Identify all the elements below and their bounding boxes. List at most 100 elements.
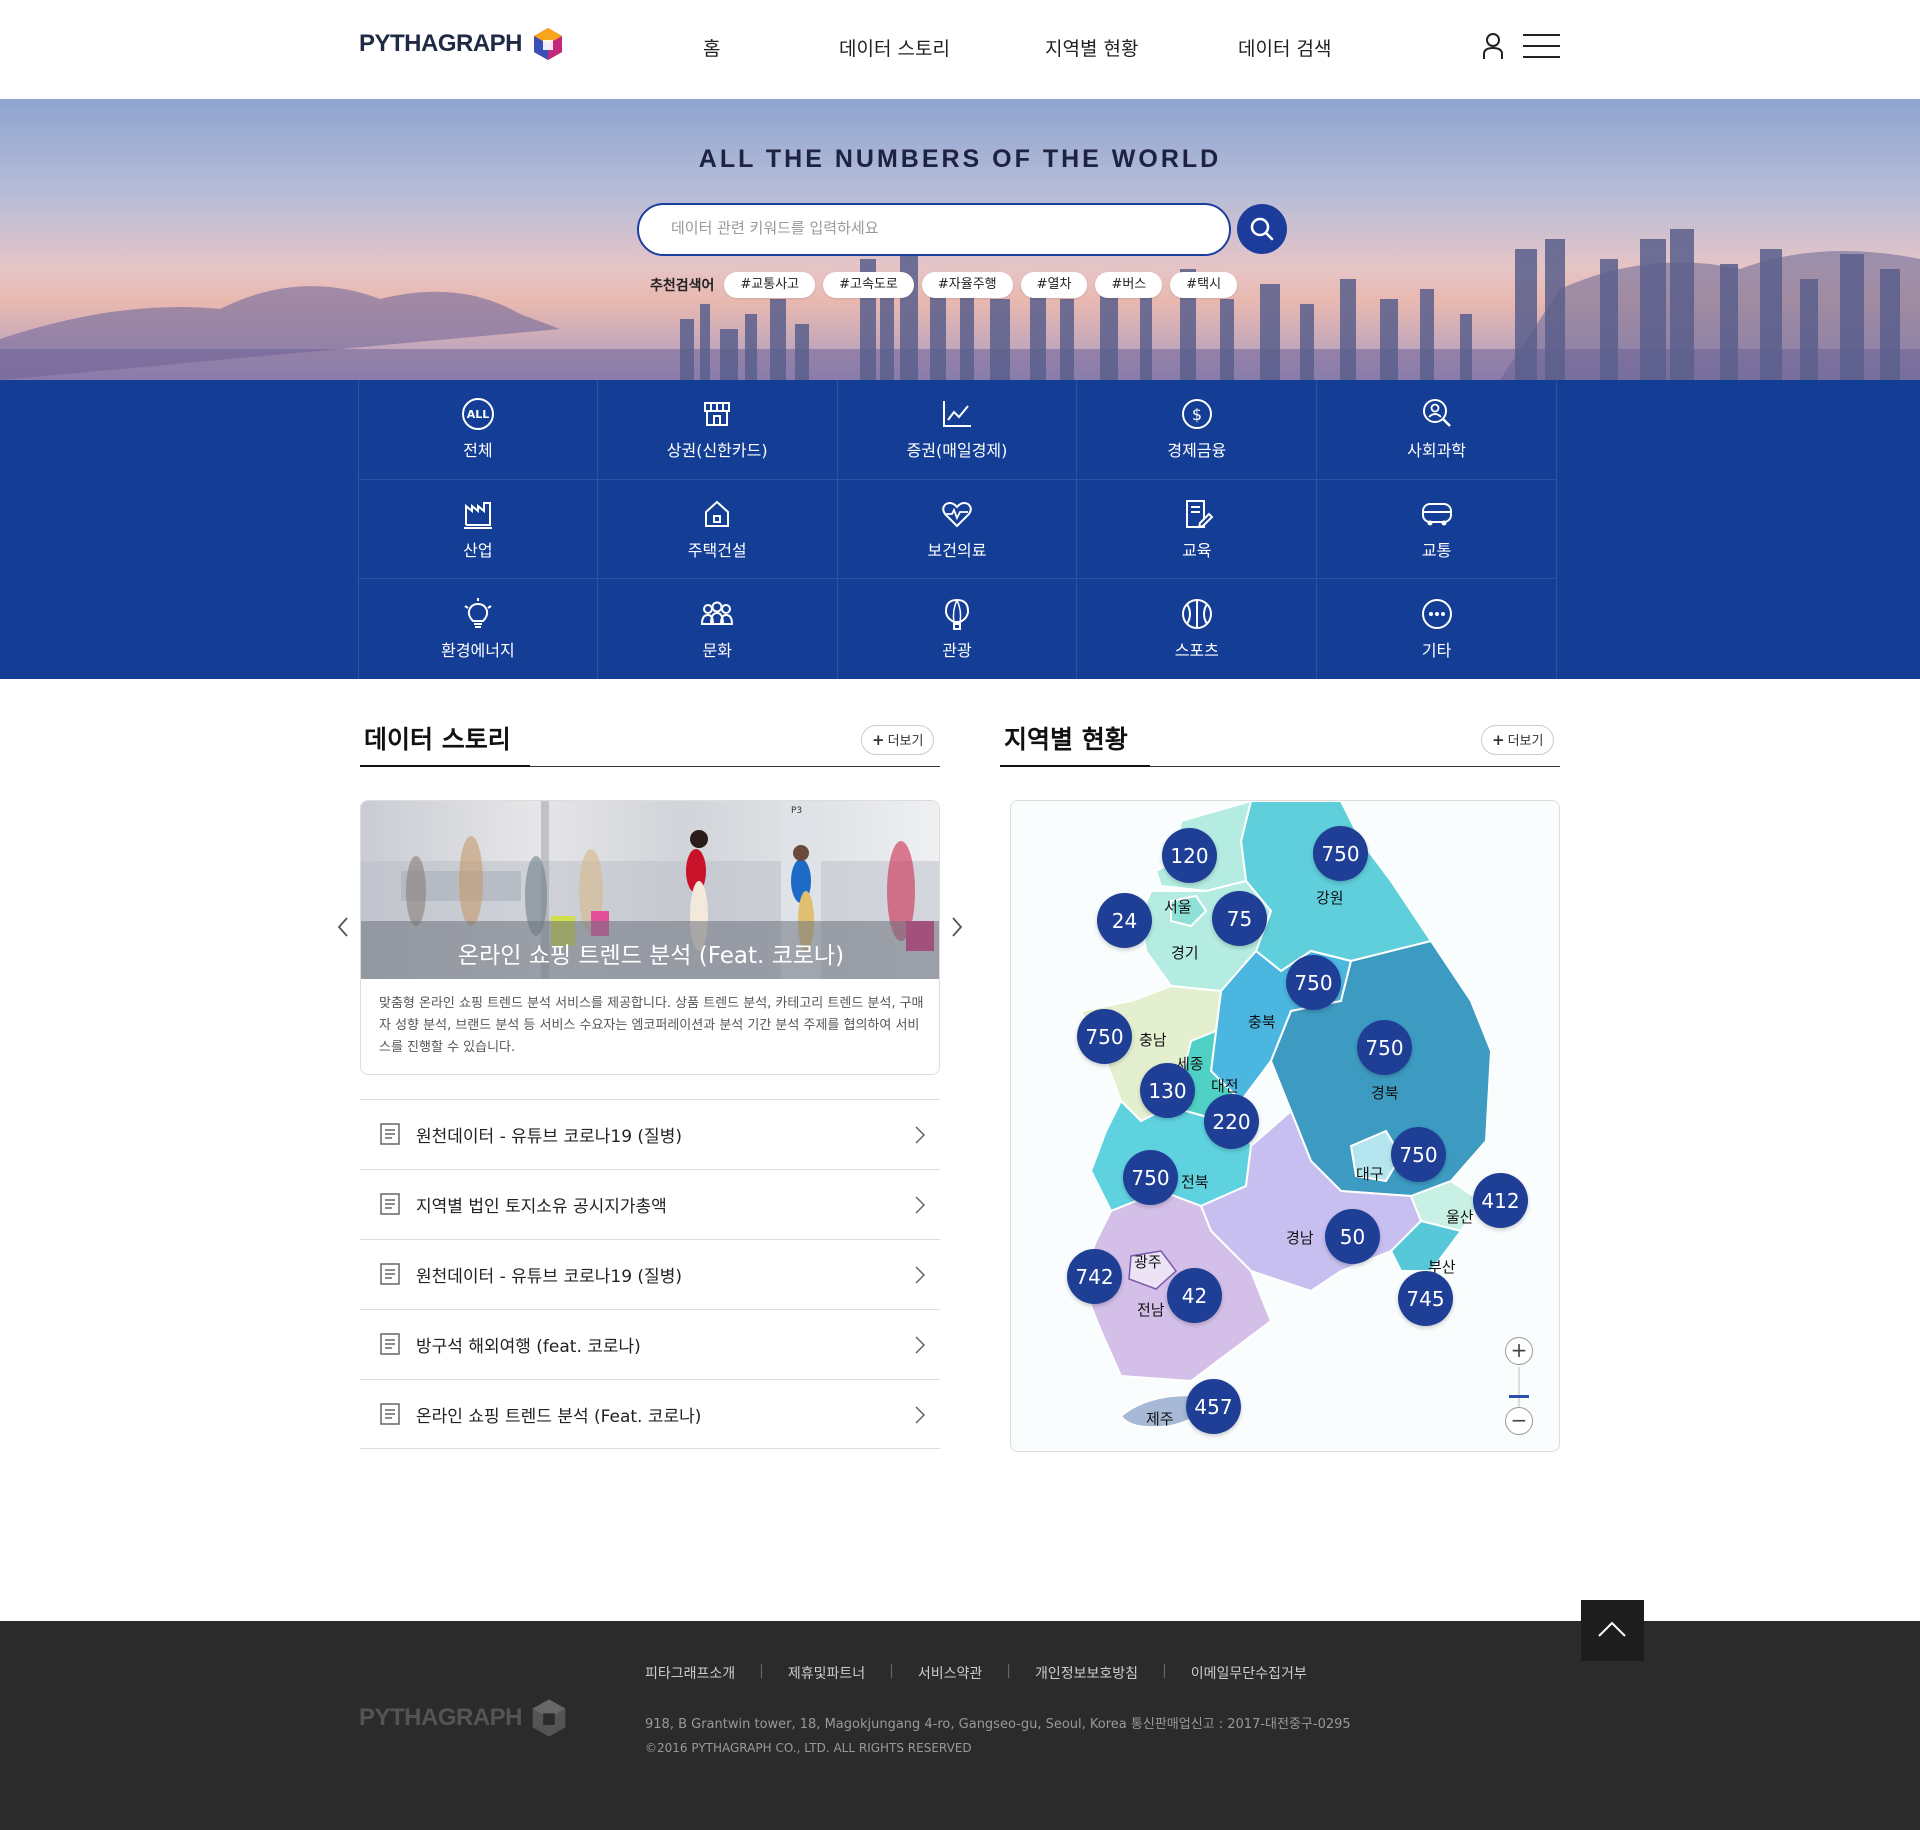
svg-text:ALL: ALL — [467, 408, 490, 421]
category-label: 환경에너지 — [441, 641, 515, 661]
region-header: 지역별 현황 + 더보기 — [1000, 720, 1560, 770]
footer-link-about[interactable]: 피타그래프소개 — [645, 1663, 735, 1683]
korea-map-image — [1079, 801, 1493, 1429]
label-jeonnam: 전남 — [1137, 1301, 1165, 1319]
tag-chip[interactable]: #자율주행 — [921, 272, 1013, 298]
category-all[interactable]: ALL 전체 — [358, 380, 598, 480]
stock-chart-icon — [942, 401, 971, 428]
list-item-title: 원천데이터 - 유튜브 코로나19 (질병) — [416, 1267, 682, 1287]
story-card[interactable]: P3 온라인 쇼핑 트렌드 분석 (Feat. 코로나) 맞춤형 온라인 쇼핑 … — [360, 800, 940, 1075]
category-traffic[interactable]: 교통 — [1317, 479, 1557, 580]
hamburger-menu-icon[interactable] — [1523, 33, 1560, 59]
footer-link-terms[interactable]: 서비스약관 — [918, 1663, 982, 1683]
nav-data-story[interactable]: 데이터 스토리 — [839, 34, 950, 61]
chevron-up-icon — [1598, 1621, 1626, 1637]
label-gyeongnam: 경남 — [1286, 1229, 1314, 1247]
sign-text: P3 — [791, 806, 802, 816]
data-story-title: 데이터 스토리 — [364, 725, 511, 754]
category-culture[interactable]: 문화 — [598, 579, 838, 679]
list-item[interactable]: 원천데이터 - 유튜브 코로나19 (질병) — [360, 1239, 940, 1309]
list-item[interactable]: 지역별 법인 토지소유 공시지가총액 — [360, 1169, 940, 1239]
nav-home[interactable]: 홈 — [703, 34, 720, 61]
tag-chip[interactable]: #고속도로 — [823, 272, 914, 298]
list-item[interactable]: 방구석 해외여행 (feat. 코로나) — [360, 1309, 940, 1379]
factory-icon — [463, 501, 492, 529]
zoom-out-button[interactable]: − — [1505, 1407, 1533, 1435]
category-etc[interactable]: 기타 — [1317, 579, 1557, 679]
label-jeonbuk: 전북 — [1181, 1173, 1209, 1191]
document-icon — [380, 1403, 400, 1425]
category-tourism[interactable]: 관광 — [838, 579, 1078, 679]
region-more-button[interactable]: + 더보기 — [1481, 725, 1555, 755]
label-gyeongbuk: 경북 — [1371, 1084, 1399, 1102]
chevron-right-icon[interactable] — [950, 916, 964, 938]
region-value-bubble[interactable]: 120 — [1162, 828, 1217, 883]
divider-accent — [1000, 765, 1150, 767]
region-value-bubble[interactable]: 42 — [1167, 1268, 1222, 1323]
category-grid: ALL 전체 상권(신한카드) 증권(매일경제) $ 경제금융 사회과학 산업 … — [358, 380, 1557, 679]
tag-chip[interactable]: #버스 — [1095, 272, 1163, 298]
region-value-bubble[interactable]: 750 — [1313, 826, 1368, 881]
footer-link-privacy[interactable]: 개인정보보호방침 — [1035, 1663, 1138, 1683]
separator: | — [759, 1663, 764, 1679]
nav-data-search[interactable]: 데이터 검색 — [1238, 34, 1331, 61]
footer-link-partners[interactable]: 제휴및파트너 — [788, 1663, 865, 1683]
user-icon[interactable] — [1480, 32, 1506, 60]
data-story-more-button[interactable]: + 더보기 — [861, 725, 935, 755]
region-value-bubble[interactable]: 745 — [1398, 1271, 1453, 1326]
category-commerce[interactable]: 상권(신한카드) — [597, 380, 838, 480]
tag-chip[interactable]: #열차 — [1020, 272, 1088, 298]
region-value-bubble[interactable]: 742 — [1067, 1249, 1122, 1304]
scroll-to-top-button[interactable] — [1581, 1600, 1644, 1661]
zoom-in-button[interactable]: + — [1505, 1337, 1533, 1365]
region-value-bubble[interactable]: 750 — [1077, 1009, 1132, 1064]
label-daegu: 대구 — [1356, 1165, 1384, 1183]
footer-logo: PYTHAGRAPH — [359, 1696, 570, 1740]
region-value-bubble[interactable]: 50 — [1325, 1209, 1380, 1264]
nav-region-status[interactable]: 지역별 현황 — [1045, 34, 1138, 61]
category-education[interactable]: 교육 — [1077, 479, 1318, 580]
category-social-science[interactable]: 사회과학 — [1317, 380, 1557, 480]
list-item[interactable]: 원천데이터 - 유튜브 코로나19 (질병) — [360, 1099, 940, 1169]
korea-region-map[interactable]: 인천 서울 경기 강원 충북 충남 세종 대전 경북 대구 울산 전북 경남 광… — [1010, 800, 1560, 1452]
category-industry[interactable]: 산업 — [358, 479, 598, 580]
category-sports[interactable]: 스포츠 — [1077, 579, 1318, 679]
region-value-bubble[interactable]: 130 — [1140, 1063, 1195, 1118]
chevron-left-icon[interactable] — [336, 916, 350, 938]
label-daejeon: 대전 — [1211, 1077, 1239, 1095]
search-input[interactable] — [671, 219, 1191, 237]
category-stock[interactable]: 증권(매일경제) — [837, 380, 1078, 480]
region-value-bubble[interactable]: 75 — [1212, 891, 1267, 946]
svg-text:$: $ — [1192, 405, 1202, 424]
zoom-slider-handle[interactable] — [1509, 1395, 1529, 1398]
category-finance[interactable]: $ 경제금융 — [1077, 380, 1318, 480]
recommended-tags: 추천검색어 #교통사고 #고속도로 #자율주행 #열차 #버스 #택시 — [650, 272, 1245, 298]
category-environment[interactable]: 환경에너지 — [358, 579, 598, 679]
category-label: 교육 — [1182, 540, 1212, 560]
region-value-bubble[interactable]: 750 — [1357, 1020, 1412, 1075]
region-value-bubble[interactable]: 220 — [1204, 1094, 1259, 1149]
category-housing[interactable]: 주택건설 — [597, 479, 838, 580]
region-value-bubble[interactable]: 750 — [1391, 1127, 1446, 1182]
region-value-bubble[interactable]: 457 — [1186, 1379, 1241, 1434]
category-health[interactable]: 보건의료 — [837, 479, 1078, 580]
search-button[interactable] — [1237, 204, 1287, 254]
footer-link-email-policy[interactable]: 이메일무단수집거부 — [1191, 1663, 1307, 1683]
story-card-description: 맞춤형 온라인 쇼핑 트렌드 분석 서비스를 제공합니다. 상품 트렌드 분석,… — [379, 996, 924, 1055]
document-icon — [380, 1123, 400, 1145]
category-label: 증권(매일경제) — [906, 441, 1008, 461]
region-value-bubble[interactable]: 750 — [1123, 1150, 1178, 1205]
tag-chip[interactable]: #교통사고 — [724, 272, 816, 298]
footer-copyright: ©2016 PYTHAGRAPH CO., LTD. ALL RIGHTS RE… — [645, 1741, 972, 1755]
separator: | — [889, 1663, 894, 1679]
ball-icon — [1181, 599, 1212, 630]
region-value-bubble[interactable]: 750 — [1286, 955, 1341, 1010]
region-value-bubble[interactable]: 412 — [1473, 1173, 1528, 1228]
region-value-bubble[interactable]: 24 — [1097, 893, 1152, 948]
tag-chip[interactable]: #택시 — [1170, 272, 1238, 298]
chevron-right-icon — [915, 1406, 926, 1424]
hero-banner: ALL THE NUMBERS OF THE WORLD 추천검색어 #교통사고… — [0, 99, 1920, 380]
list-item[interactable]: 온라인 쇼핑 트렌드 분석 (Feat. 코로나) — [360, 1379, 940, 1449]
chevron-right-icon — [915, 1126, 926, 1144]
chevron-right-icon — [915, 1266, 926, 1284]
